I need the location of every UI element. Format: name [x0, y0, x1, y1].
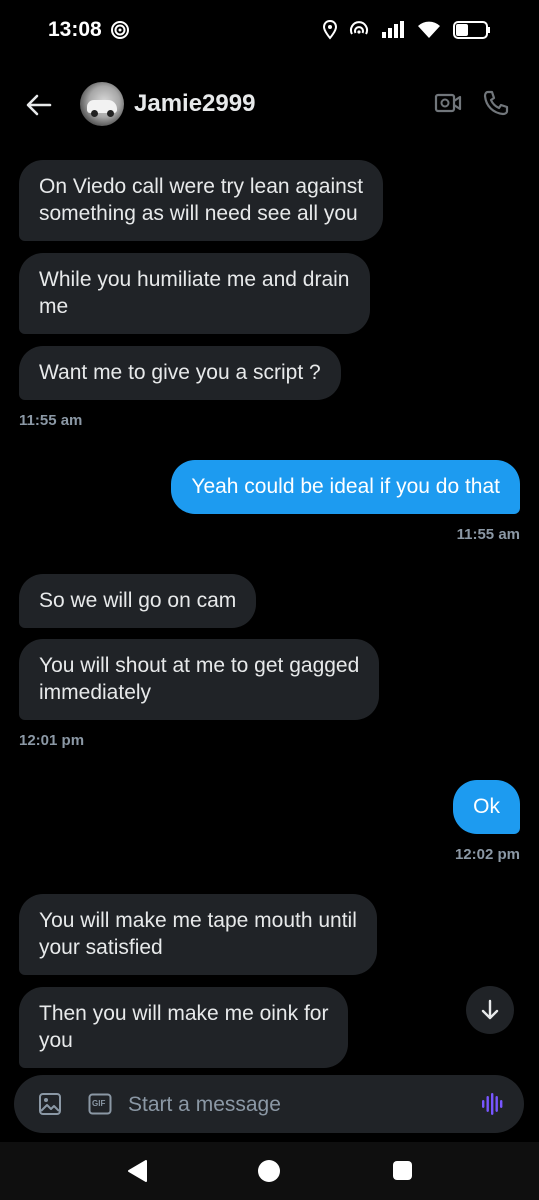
nav-home-button[interactable] — [258, 1160, 280, 1182]
video-call-button[interactable] — [434, 91, 462, 120]
voice-message-button[interactable] — [480, 1092, 504, 1121]
message-composer: GIF — [14, 1075, 524, 1133]
battery-icon — [453, 20, 491, 40]
message-line: immediately — [39, 681, 152, 704]
message-line: You will shout at me to get gagged — [39, 654, 360, 677]
avatar-wheel — [107, 110, 114, 117]
message-bubble-incoming[interactable]: Then you will make me oink for you — [19, 987, 349, 1068]
message-input[interactable] — [126, 1085, 460, 1125]
status-bar: 13:08 — [0, 0, 539, 60]
message-line: something as will need see all you — [39, 202, 358, 225]
message-bubble-outgoing[interactable]: Yeah could be ideal if you do that — [171, 460, 520, 514]
message-bubble-incoming[interactable]: While you humiliate me and drain me — [19, 253, 370, 334]
message-bubble-incoming[interactable]: On Viedo call were try lean against some… — [19, 160, 384, 241]
add-gif-button[interactable]: GIF — [88, 1093, 112, 1120]
message-line: Then you will make me oink for — [39, 1002, 329, 1025]
back-button[interactable] — [24, 90, 54, 120]
phone-icon — [483, 90, 509, 116]
wifi-icon — [417, 21, 441, 39]
scroll-to-bottom-button[interactable] — [466, 986, 514, 1034]
message-line: While you humiliate me and drain — [39, 268, 350, 291]
target-icon — [110, 20, 130, 40]
message-timestamp: 12:01 pm — [19, 732, 85, 749]
phone-call-button[interactable] — [482, 89, 510, 122]
arrow-left-icon — [26, 94, 52, 116]
message-line: you — [39, 1029, 73, 1052]
signal-icon — [381, 21, 405, 39]
message-line: me — [39, 295, 69, 318]
status-right — [323, 20, 491, 40]
message-bubble-incoming[interactable]: So we will go on cam — [19, 574, 257, 628]
conversation-header: Jamie2999 — [0, 68, 539, 140]
avatar-wheel — [91, 110, 98, 117]
arrow-down-icon — [481, 999, 499, 1020]
voice-wave-icon — [482, 1093, 503, 1115]
add-image-button[interactable] — [38, 1092, 62, 1121]
gif-label: GIF — [92, 1099, 106, 1108]
nav-back-button[interactable] — [126, 1159, 148, 1188]
message-timestamp: 11:55 am — [19, 412, 83, 429]
image-icon — [39, 1093, 61, 1115]
nav-recents-button[interactable] — [393, 1161, 412, 1180]
clock: 13:08 — [48, 18, 102, 41]
hotspot-icon — [349, 21, 369, 39]
status-left: 13:08 — [48, 18, 130, 42]
message-timestamp: 12:02 pm — [454, 846, 520, 863]
message-line: You will make me tape mouth until — [39, 909, 357, 932]
message-line: Ok — [473, 795, 500, 818]
system-navigation-bar — [0, 1142, 539, 1200]
avatar[interactable] — [80, 82, 124, 126]
message-bubble-incoming[interactable]: You will shout at me to get gagged immed… — [19, 639, 380, 720]
message-bubble-incoming[interactable]: You will make me tape mouth until your s… — [19, 894, 377, 975]
message-bubble-outgoing[interactable]: Ok — [453, 780, 520, 834]
message-line: your satisfied — [39, 936, 163, 959]
message-line: Yeah could be ideal if you do that — [191, 475, 500, 498]
dm-conversation-screen: 13:08 Jamie2999 On Viedo call were try l… — [0, 0, 539, 1200]
message-bubble-incoming[interactable]: Want me to give you a script ? — [19, 346, 341, 400]
message-timestamp: 11:55 am — [456, 526, 520, 543]
message-line: On Viedo call were try lean against — [39, 175, 364, 198]
location-icon — [323, 20, 337, 40]
message-line: Want me to give you a script ? — [39, 361, 321, 384]
message-line: So we will go on cam — [39, 589, 237, 612]
triangle-back-icon — [128, 1160, 147, 1182]
contact-name[interactable]: Jamie2999 — [134, 90, 255, 118]
video-call-icon — [434, 93, 462, 113]
